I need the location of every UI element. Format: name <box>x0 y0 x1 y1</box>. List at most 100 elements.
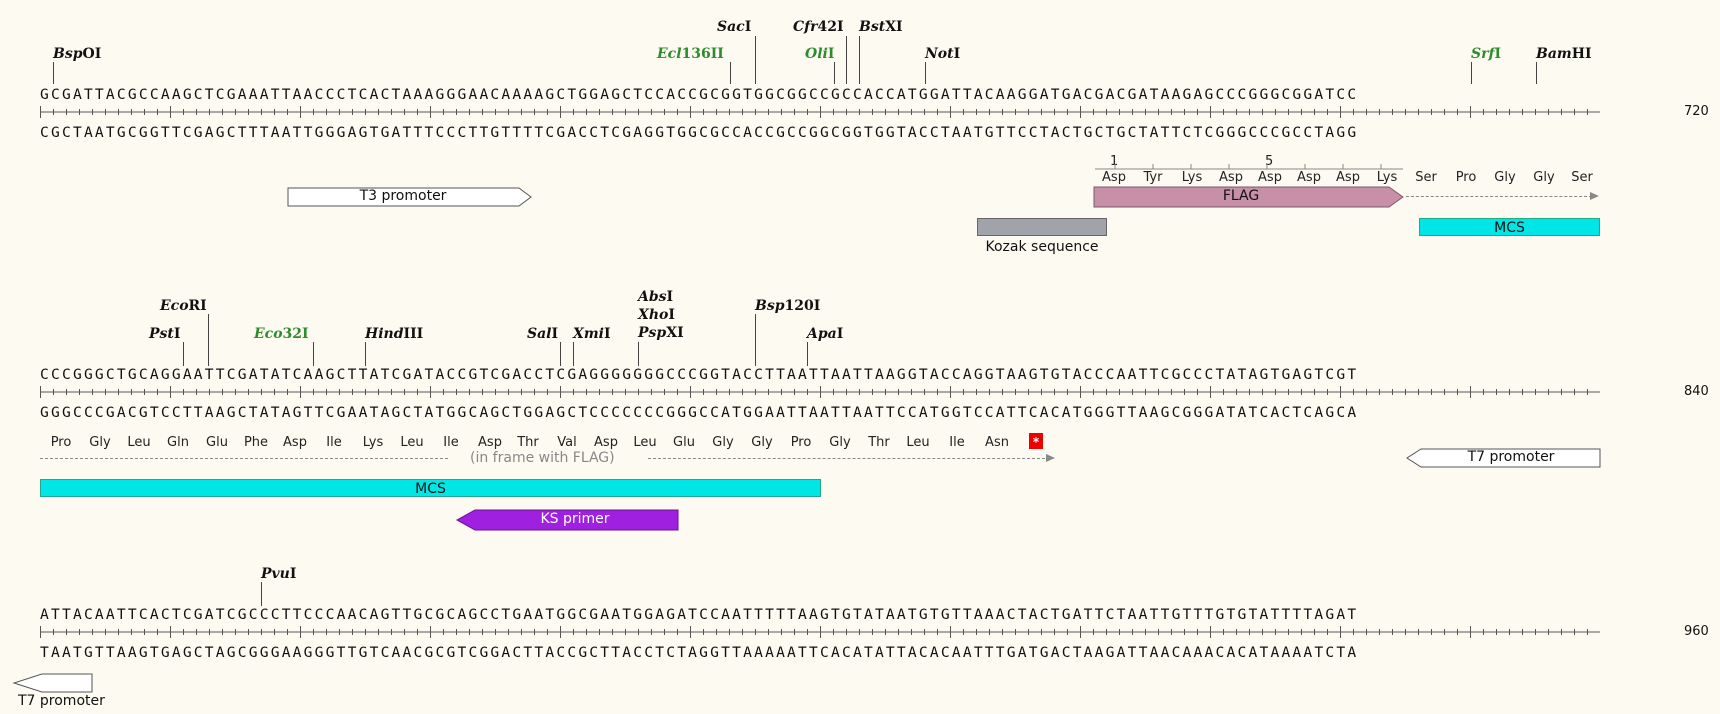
amino-acid[interactable]: Asn <box>985 435 1009 450</box>
site-xhoi[interactable]: XhoI <box>638 307 675 323</box>
position-number: 840 <box>1684 384 1709 399</box>
amino-acid[interactable]: Tyr <box>1144 170 1163 185</box>
site-suffix: I <box>551 326 559 342</box>
site-tick <box>1471 62 1472 84</box>
amino-acid[interactable]: Thr <box>868 435 890 450</box>
site-ecori[interactable]: EcoRI <box>160 298 207 314</box>
site-suffix: I <box>836 326 844 342</box>
t3-promoter-label: T3 promoter <box>359 188 447 204</box>
amino-acid[interactable]: Lys <box>1182 170 1203 185</box>
amino-acid[interactable]: Gln <box>167 435 189 450</box>
amino-acid[interactable]: Leu <box>127 435 150 450</box>
amino-acid[interactable]: Glu <box>673 435 695 450</box>
amino-acid[interactable]: Ser <box>1571 170 1593 185</box>
site-bsp120i[interactable]: Bsp120I <box>755 298 820 314</box>
sequence-block-3: PvuI ATTACAATTCACTCGATCGCCCTTCCCAACAGTTG… <box>0 560 1720 714</box>
amino-acid[interactable]: Leu <box>906 435 929 450</box>
site-suffix: 136II <box>681 46 724 62</box>
amino-acid[interactable]: Asp <box>283 435 307 450</box>
site-tick <box>755 314 756 366</box>
amino-acid[interactable]: Ile <box>949 435 964 450</box>
bottom-strand[interactable]: CGCTAATGCGGTTCGAGCTTTAATTGGGAGTGATTTCCCT… <box>40 124 1358 142</box>
site-ecl136ii[interactable]: Ecl136II <box>657 46 724 62</box>
amino-acid[interactable]: Asp <box>1258 170 1282 185</box>
site-suffix: III <box>403 326 424 342</box>
site-eco32i[interactable]: Eco32I <box>254 326 309 342</box>
amino-acid[interactable]: Gly <box>1494 170 1515 185</box>
mcs-bar[interactable]: MCS <box>1419 218 1600 236</box>
ruler <box>40 106 1600 118</box>
amino-acid[interactable]: Asp <box>594 435 618 450</box>
site-prefix: Oli <box>805 46 828 62</box>
amino-acid[interactable]: Asp <box>478 435 502 450</box>
amino-acid[interactable]: Gly <box>751 435 772 450</box>
amino-acid[interactable]: Glu <box>206 435 228 450</box>
site-bspoi[interactable]: BspOI <box>53 46 101 62</box>
site-xmii[interactable]: XmiI <box>573 326 611 342</box>
site-suffix: 32I <box>282 326 309 342</box>
amino-acid[interactable]: Asp <box>1336 170 1360 185</box>
top-strand[interactable]: CCCGGGCTGCAGGAATTCGATATCAAGCTTATCGATACCG… <box>40 366 1358 384</box>
site-sali[interactable]: SalI <box>527 326 558 342</box>
top-strand[interactable]: ATTACAATTCACTCGATCGCCCTTCCCAACAGTTGCGCAG… <box>40 606 1358 624</box>
amino-acid[interactable]: Pro <box>1456 170 1477 185</box>
amino-acid[interactable]: Lys <box>363 435 384 450</box>
bottom-strand[interactable]: GGGCCCGACGTCCTTAAGCTATAGTTCGAATAGCTATGGC… <box>40 404 1358 422</box>
site-prefix: Eco <box>254 326 283 342</box>
sequence-block-1: BspOI Ecl136II SacI Cfr42I OliI BstXI No… <box>0 0 1720 255</box>
amino-acid[interactable]: Pro <box>791 435 812 450</box>
top-strand[interactable]: GCGATTACGCCAAGCTCGAAATTAACCCTCACTAAAGGGA… <box>40 86 1358 104</box>
site-apai[interactable]: ApaI <box>807 326 843 342</box>
amino-acid[interactable]: Leu <box>633 435 656 450</box>
site-absi[interactable]: AbsI <box>638 289 673 305</box>
site-saci[interactable]: SacI <box>717 19 751 35</box>
site-suffix: I <box>1494 46 1502 62</box>
mcs-bar[interactable]: MCS <box>40 479 821 497</box>
site-pvui[interactable]: PvuI <box>261 566 296 582</box>
amino-acid[interactable]: Asp <box>1219 170 1243 185</box>
site-suffix: HI <box>1571 46 1592 62</box>
stop-codon-marker[interactable]: * <box>1029 433 1043 449</box>
amino-acid[interactable]: Gly <box>89 435 110 450</box>
site-bstxi[interactable]: BstXI <box>859 19 903 35</box>
amino-acid[interactable]: Lys <box>1377 170 1398 185</box>
site-prefix: Psp <box>638 325 667 341</box>
bottom-strand[interactable]: TAATGTTAAGTGAGCTAGCGGGAAGGGTTGTCAACGCGTC… <box>40 644 1358 662</box>
site-hindiii[interactable]: HindIII <box>365 326 423 342</box>
amino-acid[interactable]: Asp <box>1297 170 1321 185</box>
amino-acid[interactable]: Ile <box>443 435 458 450</box>
frame-dash-right <box>648 458 1050 459</box>
site-noti[interactable]: NotI <box>925 46 960 62</box>
site-prefix: Xmi <box>573 326 604 342</box>
kozak-sequence-bar[interactable] <box>977 218 1107 236</box>
site-prefix: Bst <box>859 19 886 35</box>
site-tick <box>261 582 262 606</box>
position-number: 960 <box>1684 624 1709 639</box>
t7-promoter-arrow[interactable] <box>12 673 94 693</box>
site-bamhi[interactable]: BamHI <box>1536 46 1592 62</box>
amino-acid[interactable]: Pro <box>51 435 72 450</box>
site-suffix: XI <box>666 325 684 341</box>
site-srfi[interactable]: SrfI <box>1471 46 1501 62</box>
amino-acid[interactable]: Leu <box>400 435 423 450</box>
site-tick <box>313 342 314 366</box>
site-prefix: Ecl <box>657 46 682 62</box>
amino-acid[interactable]: Ile <box>326 435 341 450</box>
site-cfr42i[interactable]: Cfr42I <box>793 19 844 35</box>
amino-acid[interactable]: Thr <box>517 435 539 450</box>
amino-acid[interactable]: Gly <box>712 435 733 450</box>
site-prefix: Bsp <box>755 298 785 314</box>
site-psti[interactable]: PstI <box>149 326 180 342</box>
site-prefix: Hind <box>365 326 404 342</box>
site-suffix: XI <box>885 19 903 35</box>
site-pspxi[interactable]: PspXI <box>638 325 684 341</box>
site-prefix: Eco <box>160 298 189 314</box>
amino-acid[interactable]: Gly <box>1533 170 1554 185</box>
amino-acid[interactable]: Asp <box>1102 170 1126 185</box>
amino-acid[interactable]: Phe <box>244 435 268 450</box>
amino-acid[interactable]: Ser <box>1415 170 1437 185</box>
amino-acid[interactable]: Gly <box>829 435 850 450</box>
site-olii[interactable]: OliI <box>805 46 834 62</box>
t7-promoter-label: T7 promoter <box>1467 449 1555 465</box>
amino-acid[interactable]: Val <box>557 435 576 450</box>
